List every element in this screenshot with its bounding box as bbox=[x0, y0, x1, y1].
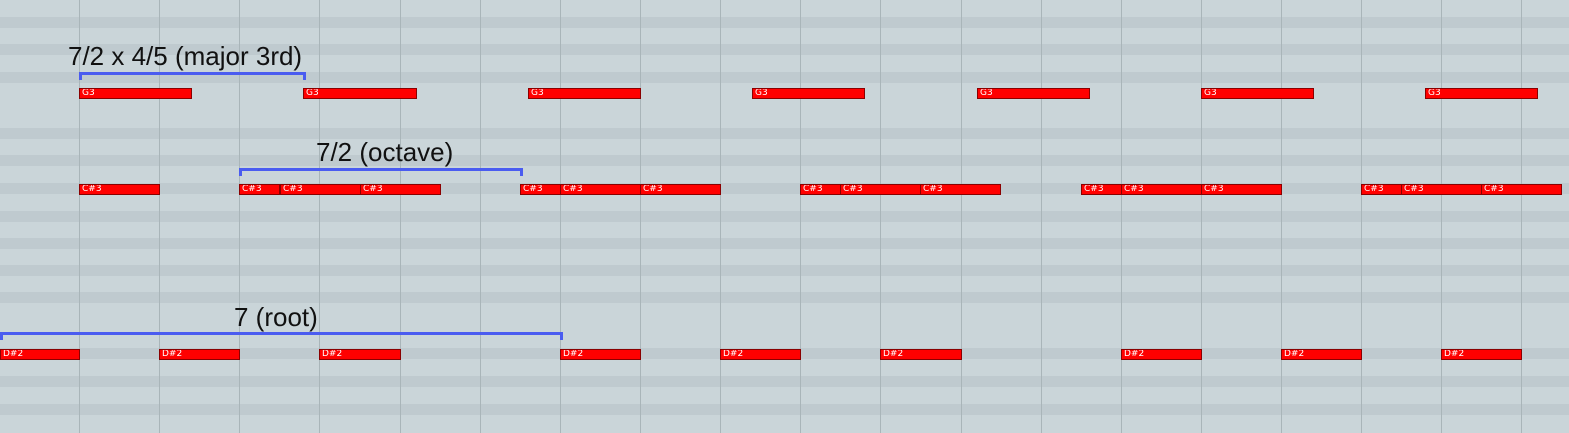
midi-note[interactable]: G3 bbox=[303, 88, 417, 99]
midi-note[interactable]: G3 bbox=[528, 88, 641, 99]
beat-line bbox=[1121, 0, 1122, 433]
midi-note[interactable]: C#3 bbox=[360, 184, 441, 195]
midi-note[interactable]: C#3 bbox=[1401, 184, 1482, 195]
midi-note[interactable]: D#2 bbox=[319, 349, 401, 360]
pitch-lane bbox=[0, 238, 1569, 249]
midi-note[interactable]: C#3 bbox=[520, 184, 561, 195]
midi-note[interactable]: D#2 bbox=[159, 349, 240, 360]
midi-note[interactable]: D#2 bbox=[720, 349, 801, 360]
root-label: 7 (root) bbox=[234, 302, 318, 332]
pitch-lane bbox=[0, 183, 1569, 194]
beat-line bbox=[1361, 0, 1362, 433]
pitch-lane bbox=[0, 17, 1569, 28]
midi-note[interactable]: D#2 bbox=[1441, 349, 1522, 360]
pitch-lane bbox=[0, 211, 1569, 222]
midi-note[interactable]: C#3 bbox=[1361, 184, 1402, 195]
midi-note[interactable]: C#3 bbox=[79, 184, 160, 195]
beat-line bbox=[640, 0, 641, 433]
midi-note[interactable]: G3 bbox=[1425, 88, 1538, 99]
midi-note[interactable]: C#3 bbox=[1081, 184, 1122, 195]
midi-note[interactable]: C#3 bbox=[800, 184, 841, 195]
beat-line bbox=[880, 0, 881, 433]
midi-note[interactable]: D#2 bbox=[560, 349, 641, 360]
major-third-bracket bbox=[79, 72, 306, 80]
root-bracket bbox=[0, 332, 563, 340]
octave-label: 7/2 (octave) bbox=[316, 137, 454, 167]
midi-note[interactable]: C#3 bbox=[1201, 184, 1282, 195]
midi-note[interactable]: C#3 bbox=[239, 184, 280, 195]
pitch-lane bbox=[0, 155, 1569, 166]
midi-note[interactable]: C#3 bbox=[1481, 184, 1562, 195]
beat-line bbox=[720, 0, 721, 433]
midi-note[interactable]: C#3 bbox=[640, 184, 721, 195]
beat-line bbox=[480, 0, 481, 433]
midi-note[interactable]: C#3 bbox=[840, 184, 921, 195]
midi-note[interactable]: D#2 bbox=[880, 349, 962, 360]
pitch-lane bbox=[0, 128, 1569, 139]
beat-line bbox=[560, 0, 561, 433]
midi-note[interactable]: G3 bbox=[1201, 88, 1314, 99]
beat-line bbox=[1201, 0, 1202, 433]
beat-line bbox=[961, 0, 962, 433]
octave-bracket bbox=[239, 168, 523, 176]
midi-note[interactable]: C#3 bbox=[560, 184, 641, 195]
pitch-lane bbox=[0, 404, 1569, 415]
midi-note[interactable]: D#2 bbox=[1121, 349, 1202, 360]
midi-note[interactable]: G3 bbox=[79, 88, 192, 99]
beat-line bbox=[400, 0, 401, 433]
midi-note[interactable]: D#2 bbox=[1281, 349, 1362, 360]
beat-line bbox=[1441, 0, 1442, 433]
midi-note[interactable]: G3 bbox=[977, 88, 1090, 99]
beat-line bbox=[1281, 0, 1282, 433]
major-third-label: 7/2 x 4/5 (major 3rd) bbox=[68, 41, 303, 71]
beat-line bbox=[1521, 0, 1522, 433]
beat-line bbox=[319, 0, 320, 433]
midi-note[interactable]: C#3 bbox=[280, 184, 361, 195]
midi-note[interactable]: G3 bbox=[752, 88, 865, 99]
midi-note[interactable]: C#3 bbox=[920, 184, 1001, 195]
beat-line bbox=[1041, 0, 1042, 433]
midi-note[interactable]: C#3 bbox=[1121, 184, 1202, 195]
beat-line bbox=[800, 0, 801, 433]
pitch-lane bbox=[0, 265, 1569, 276]
midi-note[interactable]: D#2 bbox=[0, 349, 80, 360]
pitch-lane bbox=[0, 376, 1569, 387]
piano-roll-grid[interactable]: 7/2 x 4/5 (major 3rd) 7/2 (octave) 7 (ro… bbox=[0, 0, 1569, 433]
